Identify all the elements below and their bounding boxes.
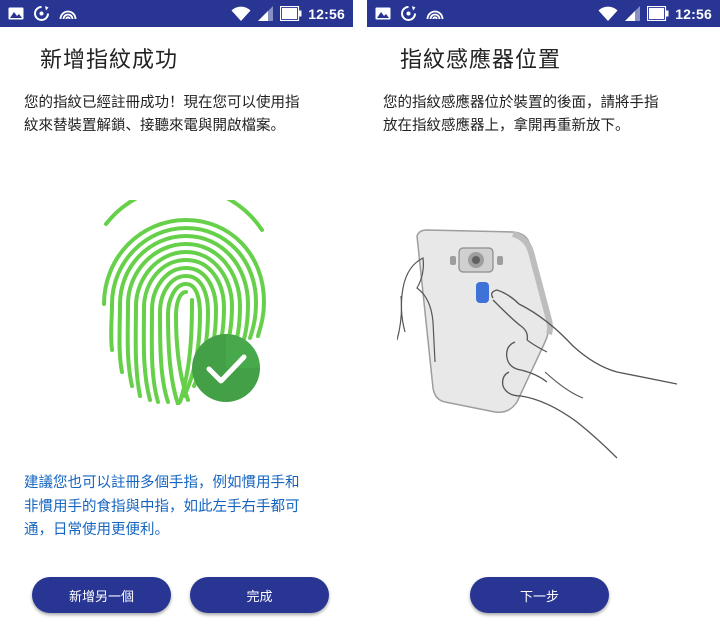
sync-icon (401, 6, 416, 21)
sensor-illustration (396, 222, 687, 462)
tip-text: 建議您也可以註冊多個手指，例如慣用手和 非慣用手的食指與中指，如此左手右手都可 … (24, 472, 300, 543)
fingerprint-added-screen: 12:56 新增指紋成功 您的指紋已經註冊成功！現在您可以使用指 紋來替裝置解鎖… (0, 0, 353, 639)
add-another-button[interactable]: 新增另一個 (32, 577, 171, 613)
notification-icons (8, 5, 77, 22)
page-title: 指紋感應器位置 (400, 48, 562, 73)
clock: 12:56 (675, 5, 712, 22)
tip-line: 通，日常使用更便利。 (24, 522, 169, 538)
battery-icon (647, 6, 669, 21)
clock: 12:56 (308, 5, 345, 22)
wifi-icon (231, 6, 251, 21)
wifi-icon (598, 6, 618, 21)
hand-holding-phone-icon (396, 229, 678, 459)
sensor-location-screen: 12:56 指紋感應器位置 您的指紋感應器位於裝置的後面，請將手指 放在指紋感應… (367, 0, 720, 639)
success-message: 您的指紋已經註冊成功！現在您可以使用指 紋來替裝置解鎖、接聽來電與開啟檔案。 (24, 92, 300, 138)
image-icon (8, 7, 24, 20)
notification-icons (375, 5, 444, 22)
success-message-line: 您的指紋已經註冊成功！現在您可以使用指 (24, 95, 300, 111)
tip-line: 建議您也可以註冊多個手指，例如慣用手和 (24, 475, 300, 491)
status-bar: 12:56 (367, 0, 720, 27)
page-title: 新增指紋成功 (40, 48, 179, 73)
instruction-message: 您的指紋感應器位於裝置的後面，請將手指 放在指紋感應器上，拿開再重新放下。 (383, 92, 659, 138)
success-message-line: 紋來替裝置解鎖、接聽來電與開啟檔案。 (24, 118, 285, 134)
fingerprint-illustration (100, 184, 270, 406)
status-bar: 12:56 (0, 0, 353, 27)
check-icon (192, 334, 260, 402)
battery-icon (280, 6, 302, 21)
hotspot-icon (59, 10, 77, 19)
system-icons: 12:56 (231, 4, 345, 23)
cellular-signal-icon (258, 6, 274, 21)
instruction-line: 放在指紋感應器上，拿開再重新放下。 (383, 118, 630, 134)
tip-line: 非慣用手的食指與中指，如此左手右手都可 (24, 498, 300, 515)
hotspot-icon (426, 10, 444, 19)
next-button[interactable]: 下一步 (470, 577, 609, 613)
image-icon (375, 7, 391, 20)
done-button[interactable]: 完成 (190, 577, 329, 613)
sync-icon (34, 6, 49, 21)
screen-divider (353, 0, 367, 639)
system-icons: 12:56 (598, 4, 712, 23)
instruction-line: 您的指紋感應器位於裝置的後面，請將手指 (383, 95, 659, 111)
cellular-signal-icon (625, 6, 641, 21)
